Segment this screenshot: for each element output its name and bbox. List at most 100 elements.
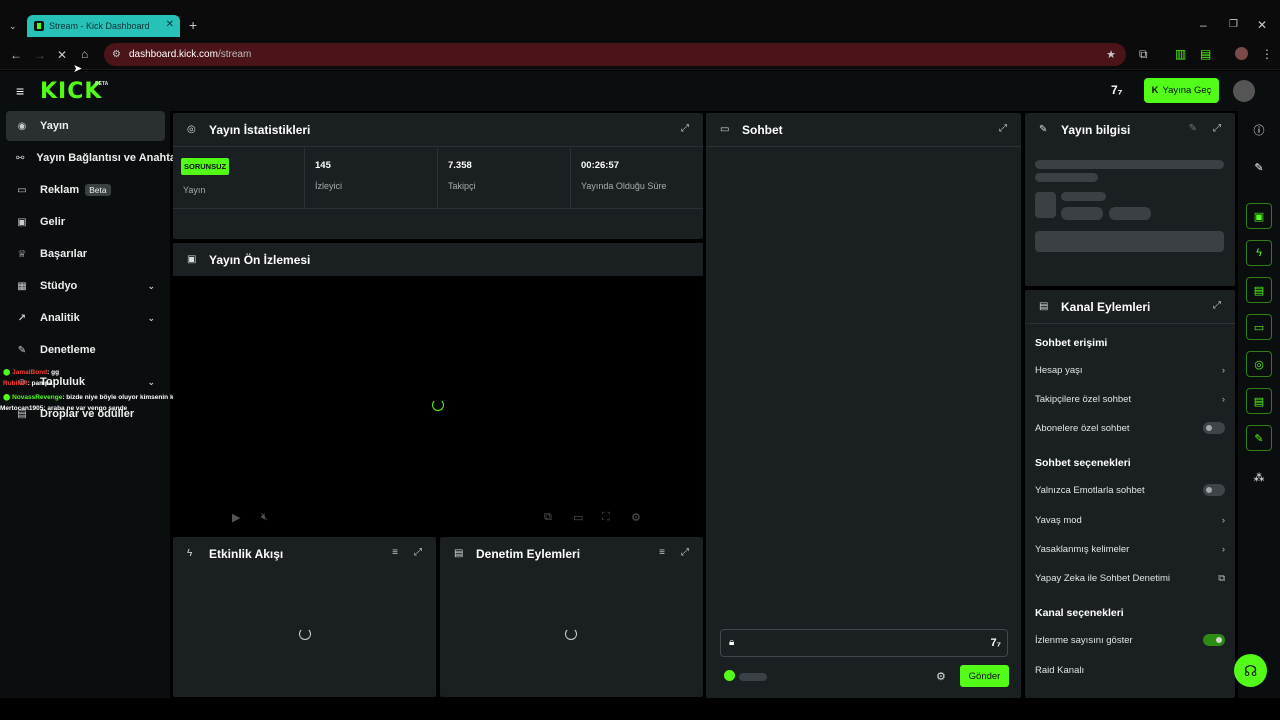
sidebar-item-drops[interactable]: ▤ Droplar ve ödüller bbox=[6, 399, 165, 429]
sidebar-item-stream-key[interactable]: ⚯ Yayın Bağlantısı ve Anahtarı bbox=[6, 143, 183, 173]
loading-skeleton bbox=[1035, 160, 1224, 169]
edit-pencil-icon[interactable]: ✎ bbox=[1189, 123, 1197, 134]
sidebar-item-ads[interactable]: ▭ Reklam Beta bbox=[6, 175, 165, 205]
forward-icon[interactable]: → bbox=[34, 49, 46, 61]
channel-actions-panel: ▤ Kanal Eylemleri ⤢ Sohbet erişimi Hesap… bbox=[1025, 290, 1235, 698]
settings-gear-icon[interactable]: ⚙ bbox=[631, 511, 641, 524]
sidebar-item-achievements[interactable]: ♕ Başarılar bbox=[6, 239, 165, 269]
list-icon[interactable]: ▤ bbox=[1246, 277, 1272, 303]
panel-title: Yayın bilgisi bbox=[1061, 123, 1131, 137]
banned-words-row[interactable]: Yasaklanmış kelimeler › bbox=[1035, 544, 1225, 555]
sidebar-item-moderation[interactable]: ✎ Denetleme bbox=[6, 335, 165, 365]
new-tab-icon[interactable]: + bbox=[189, 18, 197, 32]
go-live-button[interactable]: K Yayına Geç bbox=[1144, 78, 1219, 103]
window-close-icon[interactable]: ✕ bbox=[1257, 19, 1267, 31]
emotes-only-toggle[interactable] bbox=[1203, 484, 1225, 496]
row-label: Yapay Zeka ile Sohbet Denetimi bbox=[1035, 573, 1171, 584]
mute-icon[interactable]: 🔇︎ bbox=[261, 511, 268, 524]
pip-icon[interactable]: ⧉ bbox=[544, 511, 552, 524]
filter-icon[interactable]: ≡ bbox=[392, 547, 398, 558]
theater-icon[interactable]: ▭ bbox=[573, 511, 583, 524]
trash-extension-icon[interactable]: ▥ bbox=[1175, 48, 1186, 60]
edit-pencil-icon[interactable]: ✎ bbox=[1246, 154, 1272, 180]
overlay-chat-line: ⬤ JamalBond: gg bbox=[3, 369, 60, 376]
sidebar-item-label: Yayın Bağlantısı ve Anahtarı bbox=[36, 152, 184, 164]
activity-feed-panel: ϟ Etkinlik Akışı ≡ ⤢ bbox=[173, 537, 436, 697]
browser-address-bar: ← → ✕ ⌂ ⚙ dashboard.kick.com/stream ★ ⧉ … bbox=[0, 40, 1280, 70]
video-panel-icon[interactable]: ▣ bbox=[1246, 203, 1272, 229]
emote-icon[interactable]: 7₇ bbox=[1111, 83, 1122, 97]
ad-icon: ▭ bbox=[17, 184, 27, 196]
filter-icon[interactable]: ≡ bbox=[659, 547, 665, 558]
overlay-chat-line: Mertocan1905: araba ne var vengo sende bbox=[0, 405, 127, 412]
account-age-row[interactable]: Hesap yaşı › bbox=[1035, 365, 1225, 376]
subs-only-toggle[interactable] bbox=[1203, 422, 1225, 434]
fullscreen-icon[interactable]: ⛶ bbox=[602, 511, 610, 524]
sidebar-item-label: Yayın bbox=[40, 120, 69, 132]
panel-title: Yayın İstatistikleri bbox=[209, 123, 311, 137]
broadcast-icon[interactable]: ◎ bbox=[1246, 351, 1272, 377]
menu-dots-icon[interactable]: ⋮ bbox=[1261, 48, 1273, 60]
logo-beta-badge: BETA bbox=[95, 81, 109, 87]
sidebar-item-label: Analitik bbox=[40, 312, 80, 324]
sidebar-item-stream[interactable]: ◉ Yayın bbox=[6, 111, 165, 141]
home-icon[interactable]: ⌂ bbox=[81, 48, 88, 60]
site-info-icon[interactable]: ⚙ bbox=[112, 49, 121, 61]
expand-icon[interactable]: ⤢ bbox=[1213, 123, 1221, 134]
avatar[interactable] bbox=[1233, 80, 1255, 102]
row-label: Yavaş mod bbox=[1035, 515, 1082, 526]
loading-skeleton bbox=[1061, 192, 1106, 201]
translate-extension-icon[interactable]: ▤ bbox=[1200, 48, 1211, 60]
tab-close-icon[interactable]: ✕ bbox=[166, 19, 174, 30]
profile-icon[interactable] bbox=[1235, 47, 1248, 60]
show-viewcount-toggle[interactable] bbox=[1203, 634, 1225, 646]
back-icon[interactable]: ← bbox=[10, 49, 22, 61]
info-icon[interactable]: ⓘ bbox=[1246, 117, 1272, 143]
sidebar-item-studio[interactable]: ▦ Stüdyo ⌄ bbox=[6, 271, 165, 301]
divider bbox=[1025, 323, 1235, 324]
chat-panel: ▭ Sohbet ⤢ 🔒︎ 7₇ ⚙ Gönder bbox=[706, 113, 1021, 698]
headset-icon: ☊ bbox=[1243, 662, 1258, 680]
send-button[interactable]: Gönder bbox=[960, 665, 1009, 687]
play-icon[interactable]: ▶ bbox=[232, 511, 240, 524]
expand-icon[interactable]: ⤢ bbox=[1213, 300, 1221, 311]
overlay-chat-user: NovassRevenge bbox=[12, 394, 63, 401]
overlay-chat-user: JamalBond bbox=[12, 369, 48, 376]
kick-logo[interactable]: KICK bbox=[40, 79, 102, 104]
minimize-icon[interactable]: – bbox=[1200, 19, 1207, 31]
chat-input[interactable]: 🔒︎ 7₇ bbox=[720, 629, 1008, 657]
url-field[interactable]: ⚙ dashboard.kick.com/stream ★ bbox=[104, 43, 1126, 66]
expand-icon[interactable]: ⤢ bbox=[999, 123, 1007, 134]
apps-icon[interactable]: ⁂ bbox=[1246, 464, 1272, 490]
bookmark-star-icon[interactable]: ★ bbox=[1106, 49, 1116, 61]
emote-picker-icon[interactable]: 7₇ bbox=[990, 637, 1001, 649]
chevron-right-icon: › bbox=[1221, 544, 1225, 555]
sidebar-item-revenue[interactable]: ▣ Gelir bbox=[6, 207, 165, 237]
chat-settings-gear-icon[interactable]: ⚙ bbox=[936, 670, 946, 683]
emotes-only-row: Yalnızca Emotlarla sohbet bbox=[1035, 484, 1225, 496]
help-chat-button[interactable]: ☊ bbox=[1234, 654, 1267, 687]
row-label: Raid Kanalı bbox=[1035, 665, 1085, 676]
stop-loading-icon[interactable]: ✕ bbox=[57, 49, 67, 61]
raid-channel-row[interactable]: Raid Kanalı bbox=[1035, 665, 1225, 676]
hamburger-menu-icon[interactable]: ≡ bbox=[16, 83, 24, 99]
expand-icon[interactable]: ⤢ bbox=[681, 123, 689, 134]
sidebar-item-analytics[interactable]: ↗ Analitik ⌄ bbox=[6, 303, 165, 333]
overlay-chat-line: RubiMR: pampa bbox=[3, 380, 52, 387]
slow-mode-row[interactable]: Yavaş mod › bbox=[1035, 515, 1225, 526]
ai-moderation-row[interactable]: Yapay Zeka ile Sohbet Denetimi ⧉ bbox=[1035, 573, 1225, 584]
expand-icon[interactable]: ⤢ bbox=[414, 547, 422, 558]
show-viewcount-row: İzlenme sayısını göster bbox=[1035, 634, 1225, 646]
lightning-icon[interactable]: ϟ bbox=[1246, 240, 1272, 266]
channel-icon[interactable]: ▤ bbox=[1246, 388, 1272, 414]
browser-tab[interactable]: Stream - Kick Dashboard ✕ bbox=[27, 15, 180, 37]
expand-icon[interactable]: ⤢ bbox=[681, 547, 689, 558]
restore-icon[interactable]: ❐ bbox=[1229, 19, 1238, 31]
stat-status: SORUNSUZ Yayın bbox=[173, 148, 305, 208]
followers-only-row[interactable]: Takipçilere özel sohbet › bbox=[1035, 394, 1225, 405]
chat-bubble-icon[interactable]: ▭ bbox=[1246, 314, 1272, 340]
wrench-icon[interactable]: ✎ bbox=[1246, 425, 1272, 451]
tab-list-icon[interactable]: ⌄ bbox=[9, 20, 17, 32]
row-label: Abonelere özel sohbet bbox=[1035, 423, 1130, 434]
extension-icon[interactable]: ⧉ bbox=[1139, 48, 1148, 60]
